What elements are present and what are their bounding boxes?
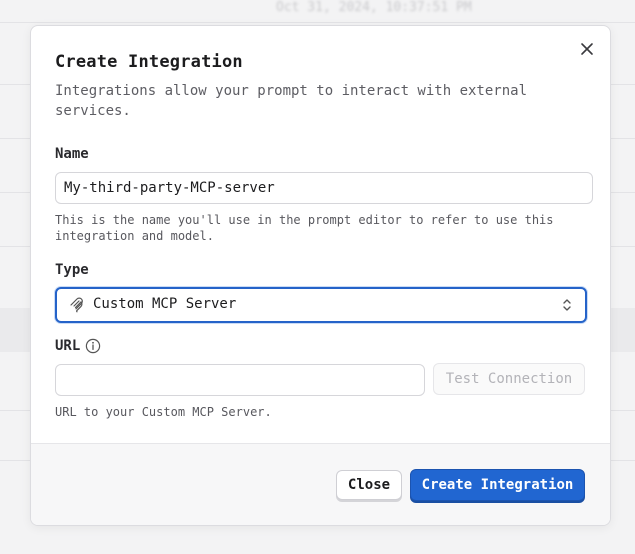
url-help-text: URL to your Custom MCP Server. (55, 405, 272, 419)
dialog-title: Create Integration (55, 52, 243, 72)
name-help-text: This is the name you'll use in the promp… (55, 213, 554, 243)
close-icon[interactable] (578, 40, 596, 58)
create-integration-button[interactable]: Create Integration (410, 469, 585, 501)
mcp-icon (70, 297, 83, 313)
background-divider (0, 22, 635, 23)
url-input[interactable] (55, 364, 425, 396)
background-timestamp: Oct 31, 2024, 10:37:51 PM (276, 0, 472, 15)
chevron-up-down-icon (563, 299, 571, 311)
type-label: Type (55, 262, 89, 278)
info-icon[interactable] (85, 338, 101, 354)
create-integration-dialog: Create Integration Integrations allow yo… (30, 25, 611, 526)
name-input[interactable] (55, 172, 593, 204)
url-label: URL (55, 338, 81, 354)
test-connection-button[interactable]: Test Connection (433, 363, 585, 395)
name-label: Name (55, 146, 89, 162)
close-button[interactable]: Close (336, 470, 402, 500)
type-select[interactable]: Custom MCP Server (55, 287, 587, 323)
dialog-description: Integrations allow your prompt to intera… (55, 83, 528, 119)
type-select-value: Custom MCP Server (93, 296, 237, 312)
dialog-footer: Close Create Integration (31, 443, 610, 525)
